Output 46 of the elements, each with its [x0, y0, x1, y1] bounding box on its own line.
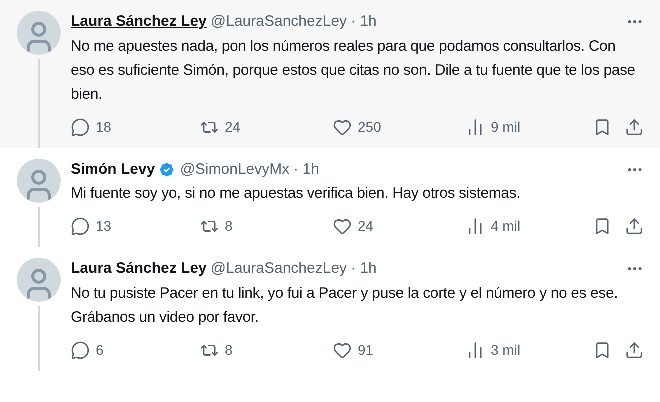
- bookmark-icon[interactable]: [593, 340, 612, 360]
- avatar[interactable]: [17, 11, 61, 55]
- thread-line: [38, 306, 40, 370]
- like-icon[interactable]: [333, 340, 352, 360]
- tweet-card[interactable]: Simón Levy @SimonLevyMx · 1h Mi fuente soy yo, si no me apuestas verifica bien. Hay otros sistemas. 13 8 24 4 mil: [0, 148, 660, 247]
- bookmark-icon[interactable]: [593, 217, 612, 236]
- like-icon[interactable]: [333, 118, 352, 136]
- count-label: 24: [358, 217, 374, 236]
- count-label: 18: [96, 118, 112, 136]
- count-label: 9 mil: [491, 118, 521, 136]
- timestamp[interactable]: · 1h: [351, 258, 377, 280]
- views-icon[interactable]: [466, 340, 485, 360]
- views-icon[interactable]: [466, 118, 485, 136]
- tweet-card[interactable]: [0, 0, 660, 148]
- author-name[interactable]: Laura Sánchez Ley: [71, 11, 207, 34]
- timestamp[interactable]: · 1h: [294, 158, 320, 181]
- count-label: 3 mil: [491, 340, 521, 360]
- share-icon[interactable]: [625, 217, 644, 236]
- reply-icon[interactable]: [71, 340, 90, 360]
- avatar[interactable]: [17, 258, 61, 302]
- avatar[interactable]: [17, 158, 61, 202]
- share-icon[interactable]: [625, 340, 644, 360]
- author-name[interactable]: Laura Sánchez Ley: [71, 258, 207, 280]
- count-label: 8: [225, 340, 233, 360]
- bookmark-icon[interactable]: [593, 118, 612, 136]
- like-icon[interactable]: [333, 217, 352, 236]
- author-handle[interactable]: @LauraSanchezLey: [210, 11, 348, 34]
- thread-line: [38, 206, 40, 247]
- tweet-text: Mi fuente soy yo, si no me apuestas verifica bien. Hay otros sistemas.: [71, 184, 522, 204]
- tweet-text: No tu pusiste Pacer en tu link, yo fui a Pacer y puse la corte y el número y no es ese. Grábanos un video por favor.: [71, 284, 620, 328]
- count-label: 4 mil: [491, 217, 521, 236]
- reply-icon[interactable]: [71, 118, 90, 136]
- count-label: 6: [96, 340, 104, 360]
- count-label: 250: [358, 118, 382, 136]
- timestamp[interactable]: · 1h: [351, 11, 377, 34]
- tweet-text: No me apuestes nada, pon los números reales para que podamos consultarlos. Con eso es suficiente Simón, porque estos que citas no son. Dile a tu fuente que te los pase bien.: [71, 36, 636, 104]
- count-label: 91: [358, 340, 374, 360]
- count-label: 24: [225, 118, 241, 136]
- author-handle[interactable]: @LauraSanchezLey: [210, 258, 348, 280]
- reply-icon[interactable]: [71, 217, 90, 236]
- author-handle[interactable]: @SimonLevyMx: [180, 158, 290, 181]
- views-icon[interactable]: [466, 217, 485, 236]
- author-name[interactable]: Simón Levy: [71, 158, 156, 181]
- share-icon[interactable]: [625, 118, 644, 136]
- count-label: 13: [96, 217, 112, 236]
- count-label: 8: [225, 217, 233, 236]
